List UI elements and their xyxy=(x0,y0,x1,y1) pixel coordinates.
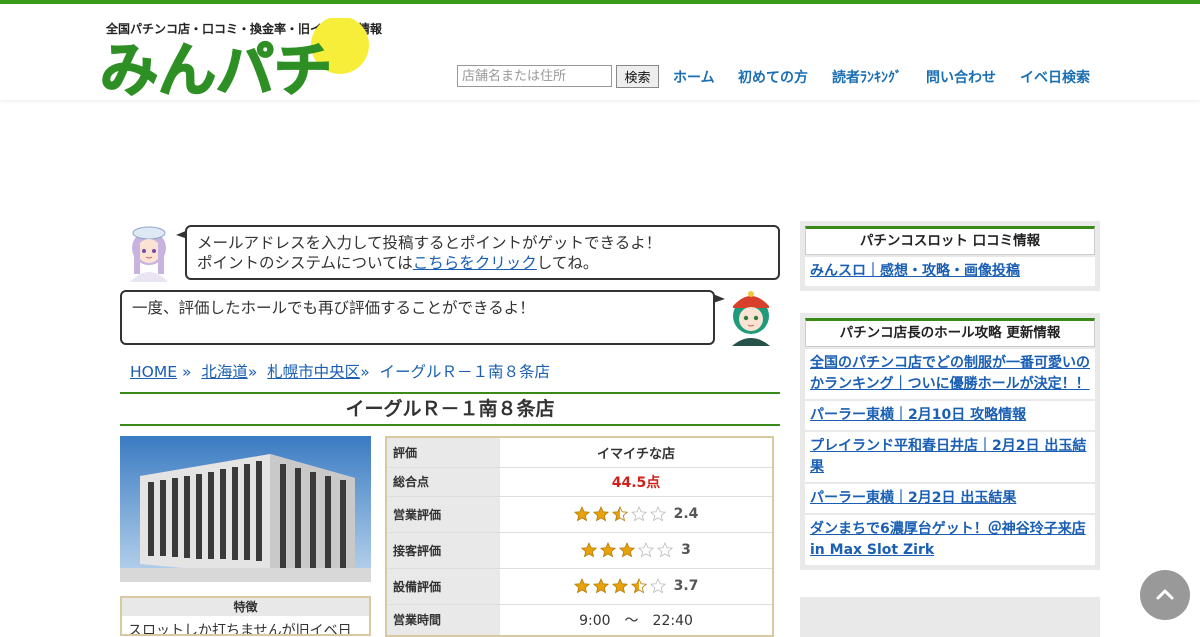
sidebar-updates-heading: パチンコ店長のホール攻略 更新情報 xyxy=(805,318,1095,347)
star-icon xyxy=(657,542,674,558)
business-score: 2.4 xyxy=(673,505,699,522)
sidebar-ad-box xyxy=(800,597,1100,637)
back-to-top-button[interactable] xyxy=(1140,570,1190,620)
facility-score: 3.7 xyxy=(673,577,699,594)
sidebar-update-item: パーラー東横｜2月2日 出玉結果 xyxy=(805,484,1095,513)
star-icon xyxy=(581,542,598,558)
avatar-girl-green xyxy=(732,291,770,346)
site-header: 全国パチンコ店・口コミ・換金率・旧イベント情報 みんパチ 検索 ホーム 初めての… xyxy=(0,4,1200,100)
store-title: イーグルＲ－１南８条店 xyxy=(120,392,780,426)
eval-value: イマイチな店 xyxy=(500,437,773,468)
row-business: 営業評価 2.4 xyxy=(386,496,773,533)
sidebar-updates-box: パチンコ店長のホール攻略 更新情報 全国のパチンコ店でどの制服が一番可愛いのかラ… xyxy=(800,313,1100,570)
sidebar-update-item: 全国のパチンコ店でどの制服が一番可愛いのかランキング｜ついに優勝ホールが決定！！ xyxy=(805,349,1095,399)
total-label: 総合点 xyxy=(386,467,500,497)
star-icon xyxy=(630,578,647,594)
sidebar-update-item: ダンまちで6濃厚台ゲット！＠神谷玲子来店in Max Slot Zirk xyxy=(805,515,1095,565)
nav-event-search[interactable]: イベ日検索 xyxy=(1020,67,1090,87)
star-icon xyxy=(592,506,609,522)
breadcrumb-city[interactable]: 札幌市中央区 xyxy=(267,363,360,381)
bubble1-line2: ポイントのシステムについてはこちらをクリックしてね。 xyxy=(197,253,768,273)
row-service: 接客評価 3 xyxy=(386,532,773,569)
breadcrumb: HOME » 北海道» 札幌市中央区» イーグルＲ－１南８条店 xyxy=(130,360,550,382)
star-icon xyxy=(649,506,666,522)
star-icon xyxy=(638,542,655,558)
sidebar-update-link[interactable]: 全国のパチンコ店でどの制服が一番可愛いのかランキング｜ついに優勝ホールが決定！！ xyxy=(810,355,1090,392)
store-photo[interactable] xyxy=(120,436,371,582)
bubble1-line2-post: してね。 xyxy=(536,254,599,272)
sidebar-reviews-heading: パチンコスロット 口コミ情報 xyxy=(805,226,1095,255)
points-info-link[interactable]: こちらをクリック xyxy=(413,254,537,272)
search-input[interactable] xyxy=(457,65,612,87)
service-stars xyxy=(581,542,674,558)
row-hours: 営業時間 9:00 ～ 22:40 xyxy=(386,604,773,637)
speech-bubble-points: メールアドレスを入力して投稿するとポイントがゲットできるよ！ ポイントのシステム… xyxy=(185,225,780,280)
site-logo[interactable]: みんパチ xyxy=(100,18,380,96)
store-info-table: 評価 イマイチな店 総合点 44.5点 営業評価 2.4 接客評価 3 設備評価… xyxy=(385,436,774,637)
total-score: 44.5点 xyxy=(611,474,661,491)
row-eval: 評価 イマイチな店 xyxy=(386,437,773,468)
chevron-up-icon xyxy=(1156,589,1174,600)
feature-text: スロットしか打ちませんが旧イベ日 xyxy=(128,623,352,636)
star-icon xyxy=(611,578,628,594)
nav-contact[interactable]: 問い合わせ xyxy=(926,67,996,87)
breadcrumb-pref[interactable]: 北海道 xyxy=(201,363,248,381)
store-feature-box: 特徴 スロットしか打ちませんが旧イベ日 xyxy=(120,596,371,636)
bubble1-line2-pre: ポイントのシステムについては xyxy=(197,254,413,272)
star-icon xyxy=(619,542,636,558)
logo-text: みんパチ xyxy=(100,36,332,96)
star-icon xyxy=(573,506,590,522)
star-icon xyxy=(649,578,666,594)
service-label: 接客評価 xyxy=(386,532,500,569)
service-score: 3 xyxy=(681,541,691,558)
sidebar-update-link[interactable]: プレイランド平和春日井店｜2月2日 出玉結果 xyxy=(810,438,1086,475)
breadcrumb-sep: » xyxy=(247,363,258,381)
sidebar-link-minslo[interactable]: みんスロ｜感想・攻略・画像投稿 xyxy=(810,263,1020,279)
sidebar-update-link[interactable]: パーラー東横｜2月10日 攻略情報 xyxy=(810,407,1026,423)
breadcrumb-sep: » xyxy=(181,363,192,381)
sidebar-reviews-box: パチンコスロット 口コミ情報 みんスロ｜感想・攻略・画像投稿 xyxy=(800,221,1100,291)
nav-beginners[interactable]: 初めての方 xyxy=(738,67,808,87)
business-label: 営業評価 xyxy=(386,496,500,533)
hours-value: 9:00 ～ 22:40 xyxy=(500,604,773,637)
feature-heading: 特徴 xyxy=(122,598,369,616)
hours-label: 営業時間 xyxy=(386,604,500,637)
sidebar-reviews-item: みんスロ｜感想・攻略・画像投稿 xyxy=(805,257,1095,286)
sidebar-update-link[interactable]: ダンまちで6濃厚台ゲット！＠神谷玲子来店in Max Slot Zirk xyxy=(810,521,1086,558)
avatar-girl-purple xyxy=(130,226,168,282)
sidebar-update-item: パーラー東横｜2月10日 攻略情報 xyxy=(805,401,1095,430)
business-stars xyxy=(573,506,666,522)
breadcrumb-sep: » xyxy=(360,363,370,381)
facility-stars xyxy=(573,578,666,594)
facility-label: 設備評価 xyxy=(386,568,500,605)
star-icon xyxy=(573,578,590,594)
search-button[interactable]: 検索 xyxy=(616,65,659,88)
breadcrumb-home[interactable]: HOME xyxy=(130,363,177,381)
eval-label: 評価 xyxy=(386,437,500,468)
star-icon xyxy=(592,578,609,594)
star-icon xyxy=(630,506,647,522)
nav-reader-ranking[interactable]: 読者ﾗﾝｷﾝｸﾞ xyxy=(832,67,902,87)
sidebar-update-link[interactable]: パーラー東横｜2月2日 出玉結果 xyxy=(810,490,1016,506)
speech-bubble-reevaluate: 一度、評価したホールでも再び評価することができるよ！ xyxy=(120,290,715,345)
ad-space xyxy=(0,100,1200,220)
star-icon xyxy=(611,506,628,522)
breadcrumb-current: イーグルＲ－１南８条店 xyxy=(379,363,551,381)
row-total: 総合点 44.5点 xyxy=(386,467,773,497)
nav-home[interactable]: ホーム xyxy=(673,67,715,87)
sidebar-update-item: プレイランド平和春日井店｜2月2日 出玉結果 xyxy=(805,432,1095,482)
bubble1-line1: メールアドレスを入力して投稿するとポイントがゲットできるよ！ xyxy=(197,234,662,252)
row-facility: 設備評価 3.7 xyxy=(386,568,773,605)
star-icon xyxy=(600,542,617,558)
